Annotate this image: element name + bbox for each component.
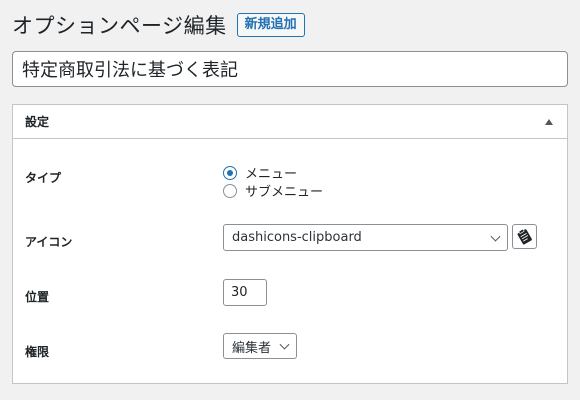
icon-label: アイコン <box>25 235 73 249</box>
radio-menu-label: メニュー <box>245 167 298 182</box>
add-new-button[interactable]: 新規追加 <box>236 13 305 37</box>
position-label: 位置 <box>25 290 50 304</box>
page-header: オプションページ編集 新規追加 <box>12 10 305 40</box>
icon-select-value: dashicons-clipboard <box>232 230 362 245</box>
icon-select[interactable]: dashicons-clipboard <box>223 224 508 251</box>
capability-label: 権限 <box>25 345 50 359</box>
chevron-down-icon <box>490 231 501 242</box>
chevron-down-icon <box>279 339 290 350</box>
metabox-title: 設定 <box>25 115 50 129</box>
radio-menu-input[interactable] <box>223 165 237 180</box>
type-label: タイプ <box>25 171 62 185</box>
position-input[interactable]: 30 <box>223 279 267 306</box>
radio-menu[interactable]: メニュー <box>223 163 297 182</box>
collapse-toggle-icon[interactable] <box>545 118 553 125</box>
settings-metabox: 設定 タイプ メニュー サブメニュー アイコン dashicons-clipbo… <box>12 104 568 384</box>
radio-submenu-input[interactable] <box>223 183 237 198</box>
radio-submenu-label: サブメニュー <box>245 185 324 200</box>
icon-preview[interactable] <box>512 224 537 249</box>
metabox-header: 設定 <box>13 105 567 139</box>
clipboard-icon <box>517 228 532 245</box>
radio-submenu[interactable]: サブメニュー <box>223 181 323 200</box>
capability-select[interactable]: 編集者 <box>223 333 297 359</box>
page-title: オプションページ編集 <box>12 14 227 38</box>
capability-select-value: 編集者 <box>232 340 272 356</box>
title-input[interactable]: 特定商取引法に基づく表記 <box>12 51 568 87</box>
